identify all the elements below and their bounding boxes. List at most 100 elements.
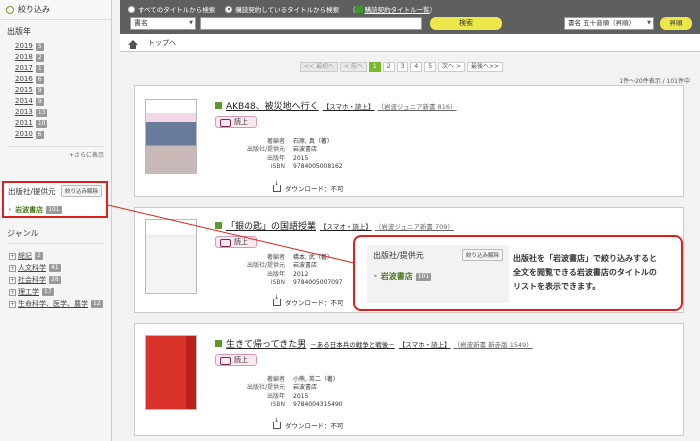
read-aloud-button[interactable]: 読上	[215, 236, 257, 248]
show-more-link[interactable]: +さらに表示	[7, 147, 104, 162]
year-item[interactable]: 2013 13	[15, 107, 104, 118]
callout-clear-button: 絞り込み解除	[461, 249, 503, 261]
genre-link[interactable]: 人文科学	[18, 262, 46, 274]
clear-filter-button[interactable]: 絞り込み解除	[60, 185, 102, 197]
year-item[interactable]: 2014 9	[15, 96, 104, 107]
meta-key: ISBN	[270, 278, 285, 286]
subscribed-list-link[interactable]: （購読契約タイトル一覧）	[349, 4, 436, 14]
book-title-text[interactable]: 生きて帰ってきた男	[226, 337, 306, 350]
genre-link[interactable]: 理工学	[18, 286, 39, 298]
expand-icon[interactable]: +	[9, 252, 16, 260]
genre-item[interactable]: + 理工学 17	[9, 286, 104, 298]
expand-icon[interactable]: +	[9, 300, 16, 308]
page-number[interactable]: 1	[368, 62, 381, 72]
download-icon	[273, 294, 281, 306]
genre-item[interactable]: + 生命科学、医学、農学 12	[9, 298, 104, 310]
publisher-item-label[interactable]: 岩波書店	[15, 205, 43, 215]
year-item[interactable]: 2017 1	[15, 63, 104, 74]
book-title-text[interactable]: 「銀の匙」の国語授業	[226, 219, 316, 232]
book-tag: 【スマオ・読上】	[320, 222, 372, 231]
year-link[interactable]: 2011	[15, 118, 33, 129]
book-title[interactable]: 生きて帰ってきた男 －ある日本兵の戦争と戦後－ 【スマホ・読上】 （岩波新書 新…	[215, 337, 533, 350]
search-button[interactable]: 検索	[430, 17, 502, 30]
subscribed-list-label[interactable]: 購読契約タイトル一覧	[365, 4, 430, 14]
year-link[interactable]: 2010	[15, 129, 33, 140]
year-item[interactable]: 2018 2	[15, 52, 104, 63]
count-badge: 12	[91, 300, 103, 308]
genre-title: ジャンル	[7, 226, 104, 244]
genre-item[interactable]: + 人文科学 41	[9, 262, 104, 274]
pagination: << 最初へ < 前へ 1 2 3 4 5 次へ > 最後へ>>	[300, 62, 504, 72]
year-item[interactable]: 2011 10	[15, 118, 104, 129]
book-title-text[interactable]: AKB48、被災地へ行く	[226, 99, 319, 112]
next-page-button[interactable]: 次へ >	[438, 62, 465, 72]
genre-item[interactable]: + 総記 2	[9, 250, 104, 262]
book-tag: 【スマホ・読上】	[398, 340, 451, 349]
radio-label: すべてのタイトルから検索	[138, 6, 216, 14]
year-link[interactable]: 2017	[15, 63, 33, 74]
book-title[interactable]: 「銀の匙」の国語授業 【スマオ・読上】 （岩波ジュニア新書 709）	[215, 219, 454, 232]
breadcrumb: トップへ	[120, 34, 700, 52]
publisher-item[interactable]: • 岩波書店 101	[8, 205, 102, 215]
year-item[interactable]: 2015 9	[15, 85, 104, 96]
page-number[interactable]: 3	[396, 62, 409, 72]
year-link[interactable]: 2016	[15, 74, 33, 85]
radio-all[interactable]: すべてのタイトルから検索	[128, 4, 215, 14]
count-badge: 9	[35, 86, 44, 95]
search-input[interactable]	[200, 17, 422, 30]
year-item[interactable]: 2016 6	[15, 74, 104, 85]
prev-page-button[interactable]: < 前へ	[339, 62, 367, 72]
count-badge: 6	[35, 75, 44, 84]
count-badge: 28	[49, 276, 61, 284]
book-title[interactable]: AKB48、被災地へ行く 【スマホ・読上】 （岩波ジュニア新書 816）	[215, 99, 457, 112]
genre-section: ジャンル + 総記 2 + 人文科学 41 + 社会科学 28 + 理工学 17 + 生命科学、医…	[0, 226, 111, 310]
genre-link[interactable]: 社会科学	[18, 274, 46, 286]
expand-icon[interactable]: +	[9, 288, 16, 296]
year-link[interactable]: 2013	[15, 107, 33, 118]
genre-list: + 総記 2 + 人文科学 41 + 社会科学 28 + 理工学 17 + 生命科学、医学、農学 1…	[7, 248, 104, 310]
genre-item[interactable]: + 社会科学 28	[9, 274, 104, 286]
radio-button[interactable]	[225, 5, 233, 13]
read-aloud-button[interactable]: 読上	[215, 116, 257, 128]
genre-link[interactable]: 生命科学、医学、農学	[18, 298, 88, 310]
meta-isbn: 9784005008162	[293, 162, 343, 170]
count-badge: 17	[42, 288, 54, 296]
last-page-button[interactable]: 最後へ>>	[466, 62, 504, 72]
genre-link[interactable]: 総記	[18, 250, 32, 262]
book-icon	[215, 102, 222, 109]
breadcrumb-home[interactable]: トップへ	[148, 38, 176, 48]
expand-icon[interactable]: +	[9, 264, 16, 272]
book-card: AKB48、被災地へ行く 【スマホ・読上】 （岩波ジュニア新書 816） 読上 …	[134, 85, 684, 197]
sort-order-button[interactable]: 昇順	[660, 17, 692, 30]
book-subtitle: －ある日本兵の戦争と戦後－	[310, 340, 395, 349]
count-badge: 9	[35, 97, 44, 106]
meta-key: 出版年	[266, 270, 285, 278]
radio-subscribed[interactable]: 購読契約しているタイトルから検索	[225, 4, 339, 14]
meta-publisher: 岩波書店	[293, 262, 318, 270]
page-number[interactable]: 5	[424, 62, 437, 72]
radio-button[interactable]	[128, 5, 135, 13]
page-number[interactable]: 2	[382, 62, 395, 72]
category-select[interactable]: 書名	[130, 17, 196, 30]
year-link[interactable]: 2019	[15, 41, 33, 52]
book-cover[interactable]	[145, 335, 197, 410]
year-item[interactable]: 2019 5	[15, 41, 104, 52]
count-badge: 1	[35, 64, 44, 73]
home-icon[interactable]	[128, 40, 138, 49]
count-badge: 6	[35, 130, 44, 139]
book-cover[interactable]	[145, 219, 197, 294]
download-status: ダウンロード：不可	[273, 180, 344, 193]
year-link[interactable]: 2018	[15, 52, 33, 63]
first-page-button[interactable]: << 最初へ	[300, 62, 338, 72]
page-number[interactable]: 4	[410, 62, 423, 72]
expand-icon[interactable]: +	[9, 276, 16, 284]
sort-select[interactable]: 書名 五十音順（昇順）	[564, 17, 654, 30]
year-item[interactable]: 2010 6	[15, 129, 104, 140]
search-bar: すべてのタイトルから検索 購読契約しているタイトルから検索 （購読契約タイトル一…	[120, 0, 700, 34]
year-link[interactable]: 2015	[15, 85, 33, 96]
read-aloud-button[interactable]: 読上	[215, 354, 257, 366]
year-link[interactable]: 2014	[15, 96, 33, 107]
count-badge: 2	[35, 252, 43, 260]
book-icon	[215, 340, 222, 347]
book-cover[interactable]	[145, 99, 197, 174]
